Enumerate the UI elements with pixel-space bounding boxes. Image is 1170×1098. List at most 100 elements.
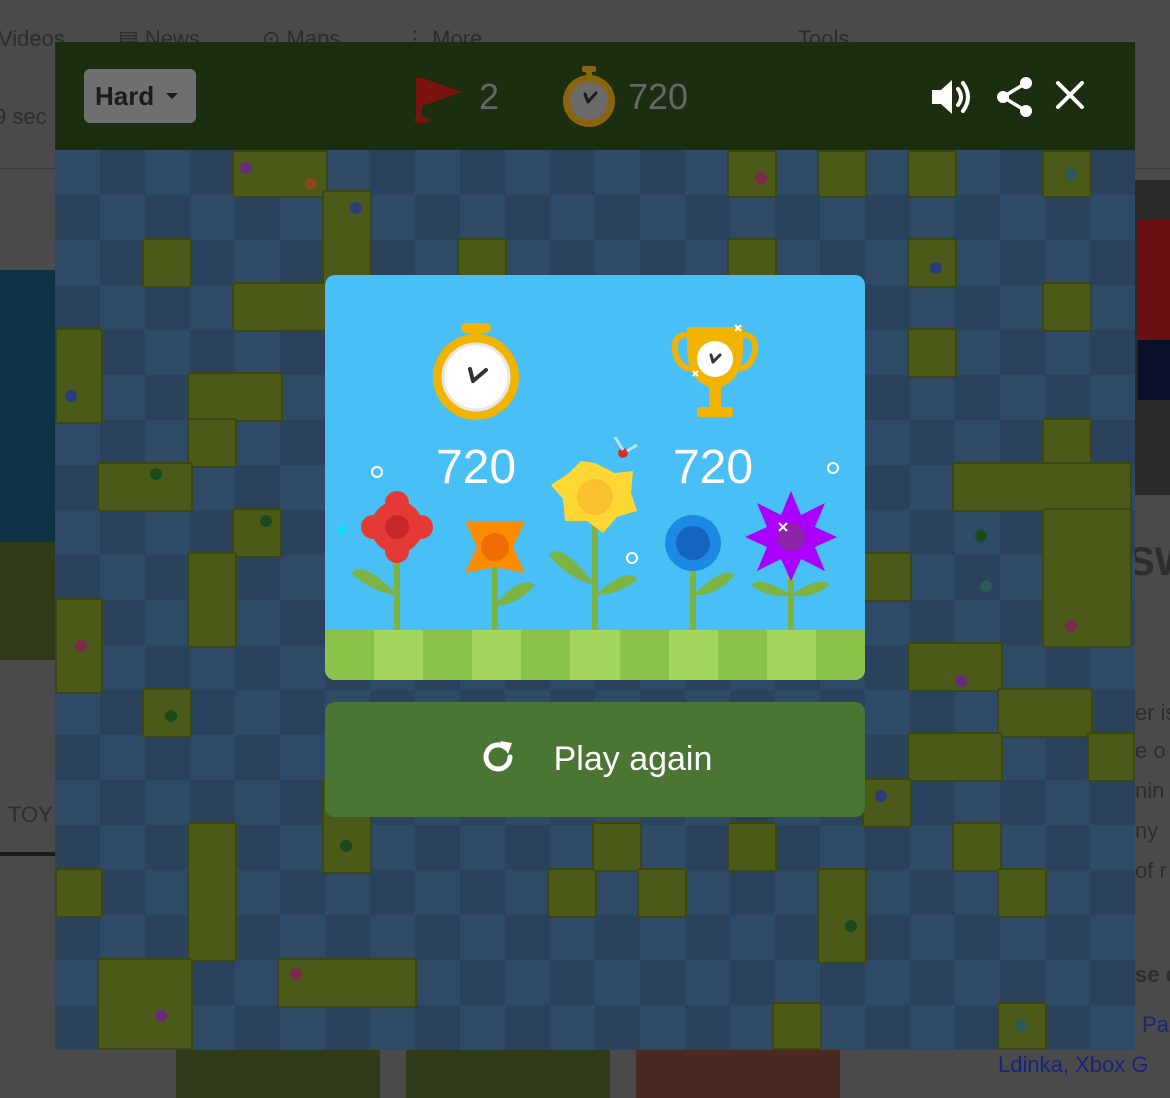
trophy-icon bbox=[671, 324, 759, 417]
cleared-tile bbox=[817, 868, 867, 964]
flower bbox=[155, 1010, 167, 1022]
stopwatch-icon bbox=[560, 64, 618, 133]
tab-underline bbox=[0, 852, 56, 856]
flower bbox=[1065, 620, 1077, 632]
share-icon[interactable] bbox=[995, 76, 1035, 123]
flower bbox=[980, 580, 992, 592]
best-score: 720 bbox=[672, 441, 754, 494]
thumbnail-image bbox=[1138, 340, 1170, 400]
panel-snippet: er is bbox=[1135, 700, 1170, 725]
cleared-tile bbox=[142, 238, 192, 288]
stopwatch-icon bbox=[433, 323, 519, 420]
time-score: 720 bbox=[435, 441, 517, 494]
flag-icon bbox=[412, 72, 466, 129]
flower bbox=[755, 172, 767, 184]
cleared-tile bbox=[592, 822, 642, 872]
result-dialog: 720 720 bbox=[325, 275, 865, 680]
cleared-tile bbox=[817, 150, 867, 198]
blue-flower bbox=[665, 515, 721, 571]
thumbnail-image[interactable] bbox=[0, 270, 56, 542]
cleared-tile bbox=[97, 958, 193, 1050]
cleared-tile bbox=[97, 462, 193, 512]
flower bbox=[65, 390, 77, 402]
flower bbox=[875, 790, 887, 802]
orange-flower bbox=[465, 521, 525, 573]
cleared-tile bbox=[727, 822, 777, 872]
flower bbox=[845, 920, 857, 932]
cleared-tile bbox=[55, 868, 103, 918]
cleared-tile bbox=[997, 688, 1093, 738]
replay-icon bbox=[478, 737, 518, 782]
flower bbox=[930, 262, 942, 274]
thumbnail-image bbox=[0, 542, 56, 660]
panel-snippet: e o bbox=[1135, 738, 1166, 763]
caret-down-icon bbox=[166, 93, 179, 99]
results-count: 9 sec bbox=[0, 104, 47, 129]
cleared-tile bbox=[727, 150, 777, 198]
flower bbox=[240, 162, 252, 174]
thumbnail-image[interactable] bbox=[636, 1050, 840, 1098]
timer-value: 720 bbox=[628, 76, 689, 117]
panel-snippet: ny bbox=[1135, 818, 1159, 843]
thumbnail-image[interactable] bbox=[176, 1050, 380, 1098]
yellow-flower bbox=[551, 461, 637, 533]
cleared-tile bbox=[187, 372, 283, 422]
cleared-tile bbox=[277, 958, 417, 1008]
panel-subheading: se c bbox=[1135, 962, 1170, 987]
flower bbox=[975, 530, 987, 542]
flower bbox=[1015, 1020, 1027, 1032]
cleared-tile bbox=[862, 552, 912, 602]
grass-ground bbox=[325, 630, 865, 680]
panel-link[interactable]: Pa bbox=[1142, 1012, 1169, 1038]
thumbnail-image[interactable] bbox=[406, 1050, 610, 1098]
flags-remaining: 2 bbox=[479, 76, 500, 117]
cleared-tile bbox=[772, 1002, 822, 1050]
cleared-tile bbox=[862, 778, 912, 828]
game-window: Hard 2 720 720 720 Play again bbox=[55, 42, 1135, 1050]
cleared-tile bbox=[952, 822, 1002, 872]
cleared-tile bbox=[232, 282, 328, 332]
play-again-button[interactable]: Play again bbox=[325, 702, 865, 817]
cleared-tile bbox=[1042, 282, 1092, 332]
cleared-tile bbox=[232, 508, 282, 558]
flower bbox=[1065, 168, 1077, 180]
flower bbox=[260, 515, 272, 527]
flower bbox=[350, 202, 362, 214]
cleared-tile bbox=[1042, 418, 1092, 468]
tab-toy[interactable]: TOY bbox=[8, 802, 53, 828]
flower bbox=[75, 640, 87, 652]
cleared-tile bbox=[547, 868, 597, 918]
flower bbox=[150, 468, 162, 480]
panel-snippet: of r bbox=[1135, 858, 1167, 883]
game-toolbar: Hard 2 720 bbox=[55, 42, 1135, 150]
red-flower bbox=[361, 491, 433, 563]
cleared-tile bbox=[907, 642, 1003, 692]
play-again-label: Play again bbox=[553, 740, 713, 778]
panel-link[interactable]: Ldinka, Xbox G bbox=[998, 1052, 1148, 1078]
flower bbox=[290, 968, 302, 980]
thumbnail-image bbox=[1138, 220, 1170, 340]
cleared-tile bbox=[907, 328, 957, 378]
cleared-tile bbox=[187, 418, 237, 468]
close-icon[interactable] bbox=[1053, 78, 1087, 117]
flower bbox=[955, 675, 967, 687]
cleared-tile bbox=[187, 552, 237, 648]
cleared-tile bbox=[952, 462, 1132, 512]
cleared-tile bbox=[232, 150, 328, 198]
cleared-tile bbox=[1087, 732, 1135, 782]
cleared-tile bbox=[1042, 508, 1132, 648]
flower bbox=[340, 840, 352, 852]
purple-flower bbox=[745, 491, 837, 581]
cleared-tile bbox=[55, 328, 103, 424]
flower bbox=[305, 178, 317, 190]
flower bbox=[165, 710, 177, 722]
cleared-tile bbox=[907, 150, 957, 198]
cleared-tile bbox=[187, 822, 237, 962]
difficulty-label: Hard bbox=[95, 80, 155, 111]
difficulty-dropdown[interactable]: Hard bbox=[84, 69, 196, 123]
sound-icon[interactable] bbox=[928, 74, 974, 125]
cleared-tile bbox=[997, 868, 1047, 918]
panel-snippet: nin bbox=[1135, 778, 1165, 803]
cleared-tile bbox=[907, 732, 1003, 782]
cleared-tile bbox=[637, 868, 687, 918]
